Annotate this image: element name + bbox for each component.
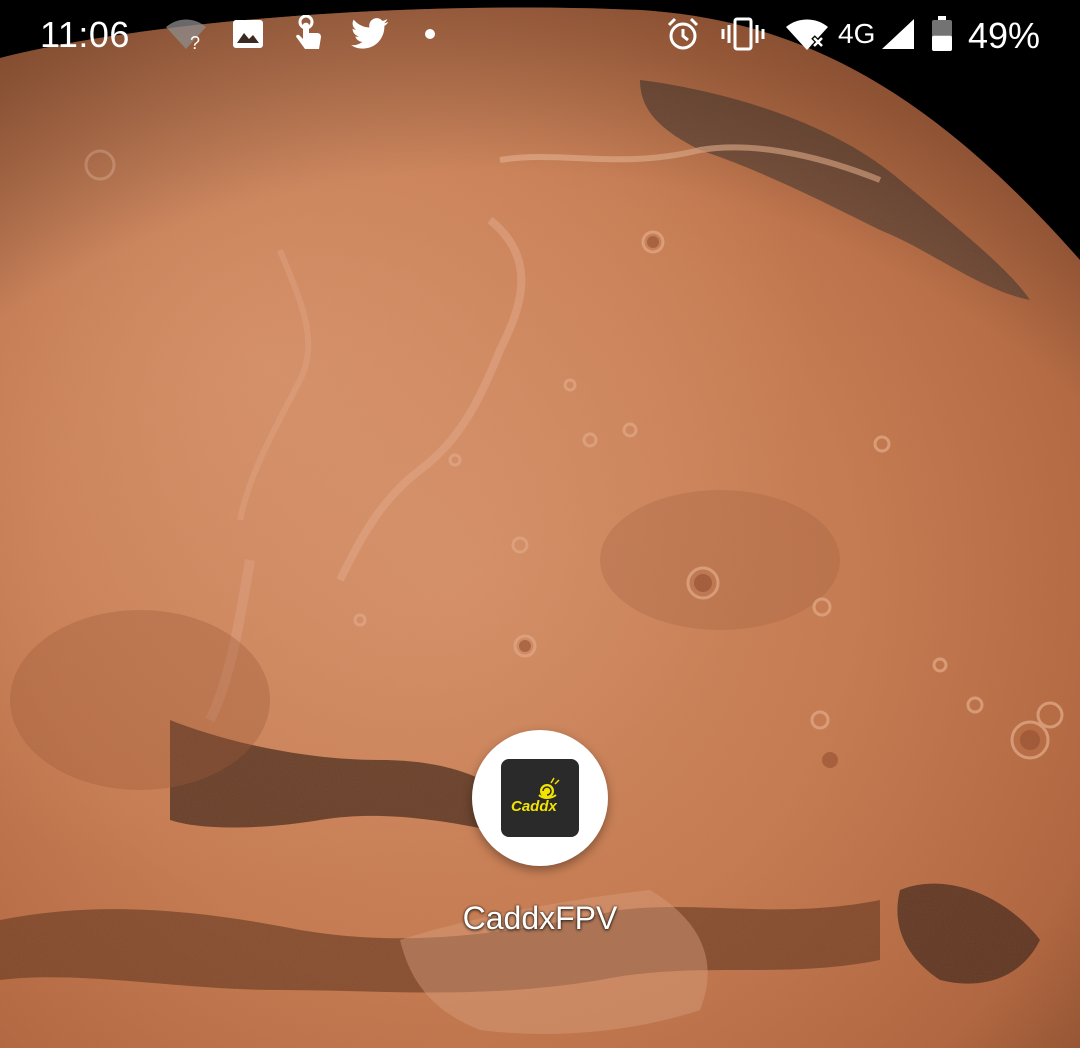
touch-gesture-icon <box>290 14 326 54</box>
cellular-signal-icon <box>880 14 916 54</box>
network-type-label: 4G <box>838 18 876 49</box>
dot-icon <box>420 14 440 54</box>
battery-percentage: 49% <box>968 15 1041 56</box>
alarm-clock-icon <box>664 14 702 54</box>
wifi-unknown-glyph: ? <box>190 33 200 51</box>
status-time: 11:06 <box>40 14 130 55</box>
battery-icon <box>930 14 954 54</box>
home-screen: 11:06 ? 4G 49% Caddx CaddxFPV <box>0 0 1080 1048</box>
caddx-app-icon-tile: Caddx <box>501 759 579 837</box>
caddx-logo-text: Caddx <box>511 798 558 815</box>
wifi-unknown-icon: ? <box>164 14 208 54</box>
caddx-app-icon[interactable]: Caddx <box>472 730 608 866</box>
mars-wallpaper <box>0 0 1080 1048</box>
gallery-image-icon <box>230 14 266 54</box>
vibrate-icon <box>720 14 766 54</box>
twitter-bird-icon <box>350 14 390 54</box>
status-bar: 11:06 ? 4G 49% <box>0 0 1080 72</box>
wifi-no-internet-icon <box>784 14 830 54</box>
app-label-caddxfpv[interactable]: CaddxFPV <box>440 900 640 937</box>
